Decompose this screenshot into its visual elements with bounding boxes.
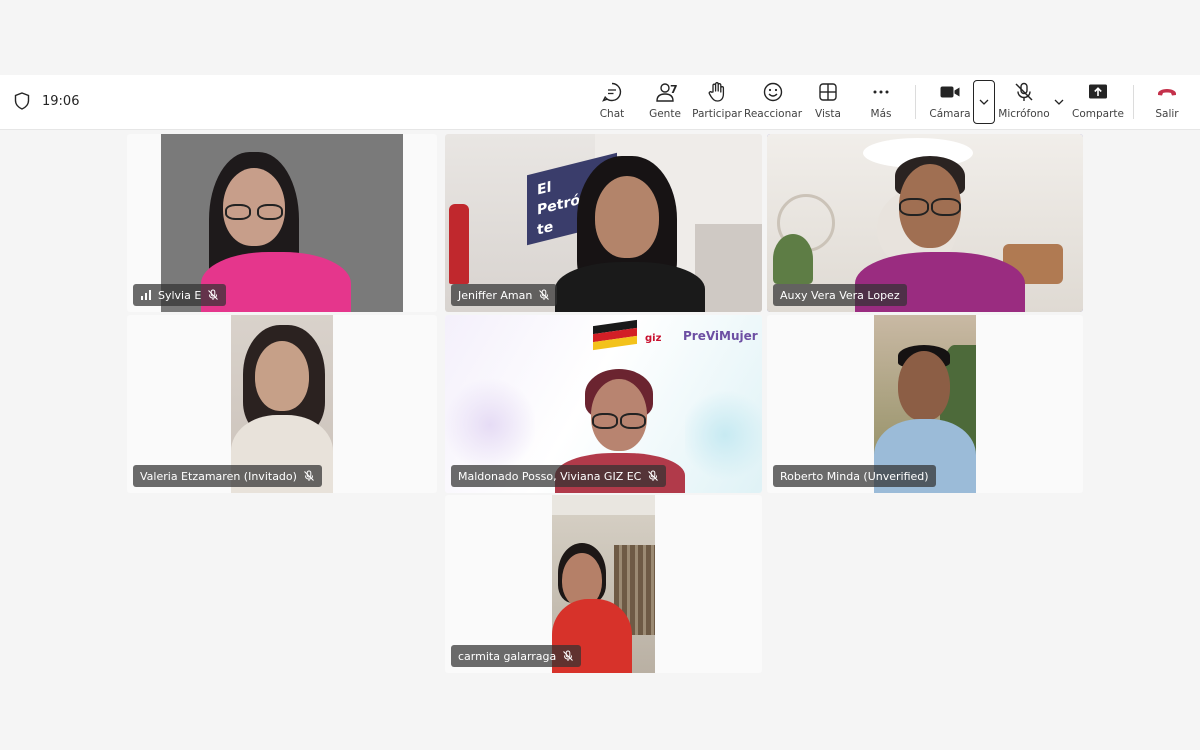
chat-label: Chat — [599, 108, 625, 120]
people-label: Gente — [649, 108, 681, 120]
participant-nametag: Roberto Minda (Unverified) — [773, 465, 936, 487]
participant-nametag: Valeria Etzamaren (Invitado) — [133, 465, 322, 487]
grid-icon — [819, 83, 837, 101]
hang-up-icon — [1158, 89, 1176, 96]
mic-options-dropdown[interactable] — [1050, 93, 1068, 111]
more-button[interactable]: Más — [866, 81, 896, 125]
participant-nametag: Sylvia E — [133, 284, 227, 306]
raise-hand-button[interactable]: Participar — [692, 81, 742, 125]
mic-off-icon — [1015, 82, 1033, 101]
chat-icon — [602, 82, 622, 102]
participant-name: Roberto Minda (Unverified) — [780, 469, 929, 483]
shield-icon — [14, 92, 30, 110]
germany-flag-logo — [593, 319, 637, 351]
leave-button[interactable]: Salir — [1152, 81, 1182, 125]
chevron-down-icon — [979, 99, 989, 105]
camera-button[interactable]: Cámara — [929, 81, 971, 125]
person-head — [595, 176, 659, 258]
camera-options-dropdown[interactable] — [973, 80, 995, 124]
share-button[interactable]: Comparte — [1072, 81, 1124, 125]
plant — [773, 234, 813, 284]
hand-icon — [708, 82, 725, 102]
video-camera-icon — [940, 86, 960, 98]
camera-label: Cámara — [929, 108, 971, 120]
toolbar-divider — [1133, 85, 1134, 119]
emoji-icon — [763, 82, 783, 102]
participant-name: Jeniffer Aman — [458, 288, 533, 302]
timer-text: 19:06 — [42, 93, 80, 109]
more-icon — [873, 90, 889, 94]
participant-name: carmita galarraga — [458, 649, 557, 663]
participant-name: Auxy Vera Vera Lopez — [780, 288, 900, 302]
participant-nametag: Jeniffer Aman — [451, 284, 558, 306]
mic-off-icon — [304, 470, 314, 481]
mic-label: Micrófono — [998, 108, 1050, 120]
meeting-timer: 19:06 — [14, 92, 79, 110]
participant-tile-maldonado[interactable]: giz PreViMujer Maldonado Posso, Viviana … — [445, 315, 762, 493]
chat-button[interactable]: Chat — [596, 81, 628, 125]
participant-nametag: Maldonado Posso, Viviana GIZ EC — [451, 465, 667, 487]
participant-tile-sylvia[interactable]: Sylvia E — [127, 134, 437, 312]
fire-extinguisher — [449, 204, 469, 284]
participant-tile-carmita[interactable]: carmita galarraga — [445, 495, 762, 673]
previmujer-logo: PreViMujer — [683, 329, 758, 343]
react-label: Reaccionar — [744, 108, 803, 120]
people-button[interactable]: 7 Gente — [647, 81, 683, 125]
share-screen-icon — [1089, 84, 1107, 99]
react-button[interactable]: Reaccionar — [744, 81, 803, 125]
chevron-down-icon — [1054, 99, 1064, 105]
participant-tile-auxy[interactable]: Auxy Vera Vera Lopez — [767, 134, 1083, 312]
mic-off-icon — [563, 650, 574, 661]
more-label: Más — [870, 108, 892, 120]
view-label: Vista — [815, 108, 841, 120]
giz-logo: giz — [645, 333, 662, 344]
participant-tile-jeniffer[interactable]: El Petróleo te conecta Jeniffer Aman — [445, 134, 762, 312]
meeting-toolbar: 19:06 Chat 7 Gente Participar Reaccionar… — [0, 75, 1200, 130]
people-count: 7 — [670, 83, 678, 96]
raise-label: Participar — [692, 108, 742, 120]
share-label: Comparte — [1072, 108, 1124, 120]
mic-off-icon — [648, 470, 659, 481]
signal-icon — [141, 290, 151, 300]
microphone-button[interactable]: Micrófono — [998, 81, 1050, 125]
participant-nametag: Auxy Vera Vera Lopez — [773, 284, 907, 306]
participant-tile-roberto[interactable]: Roberto Minda (Unverified) — [767, 315, 1083, 493]
participant-nametag: carmita galarraga — [451, 645, 582, 667]
participant-name: Maldonado Posso, Viviana GIZ EC — [458, 469, 642, 483]
mic-off-icon — [539, 289, 550, 300]
participant-name: Valeria Etzamaren (Invitado) — [140, 469, 297, 483]
person-head — [898, 351, 950, 421]
mic-off-icon — [208, 289, 219, 300]
participant-tile-valeria[interactable]: Valeria Etzamaren (Invitado) — [127, 315, 437, 493]
leave-label: Salir — [1155, 108, 1179, 120]
participant-name: Sylvia E — [158, 288, 202, 302]
view-button[interactable]: Vista — [812, 81, 844, 125]
person-head — [255, 341, 309, 411]
toolbar-divider — [915, 85, 916, 119]
